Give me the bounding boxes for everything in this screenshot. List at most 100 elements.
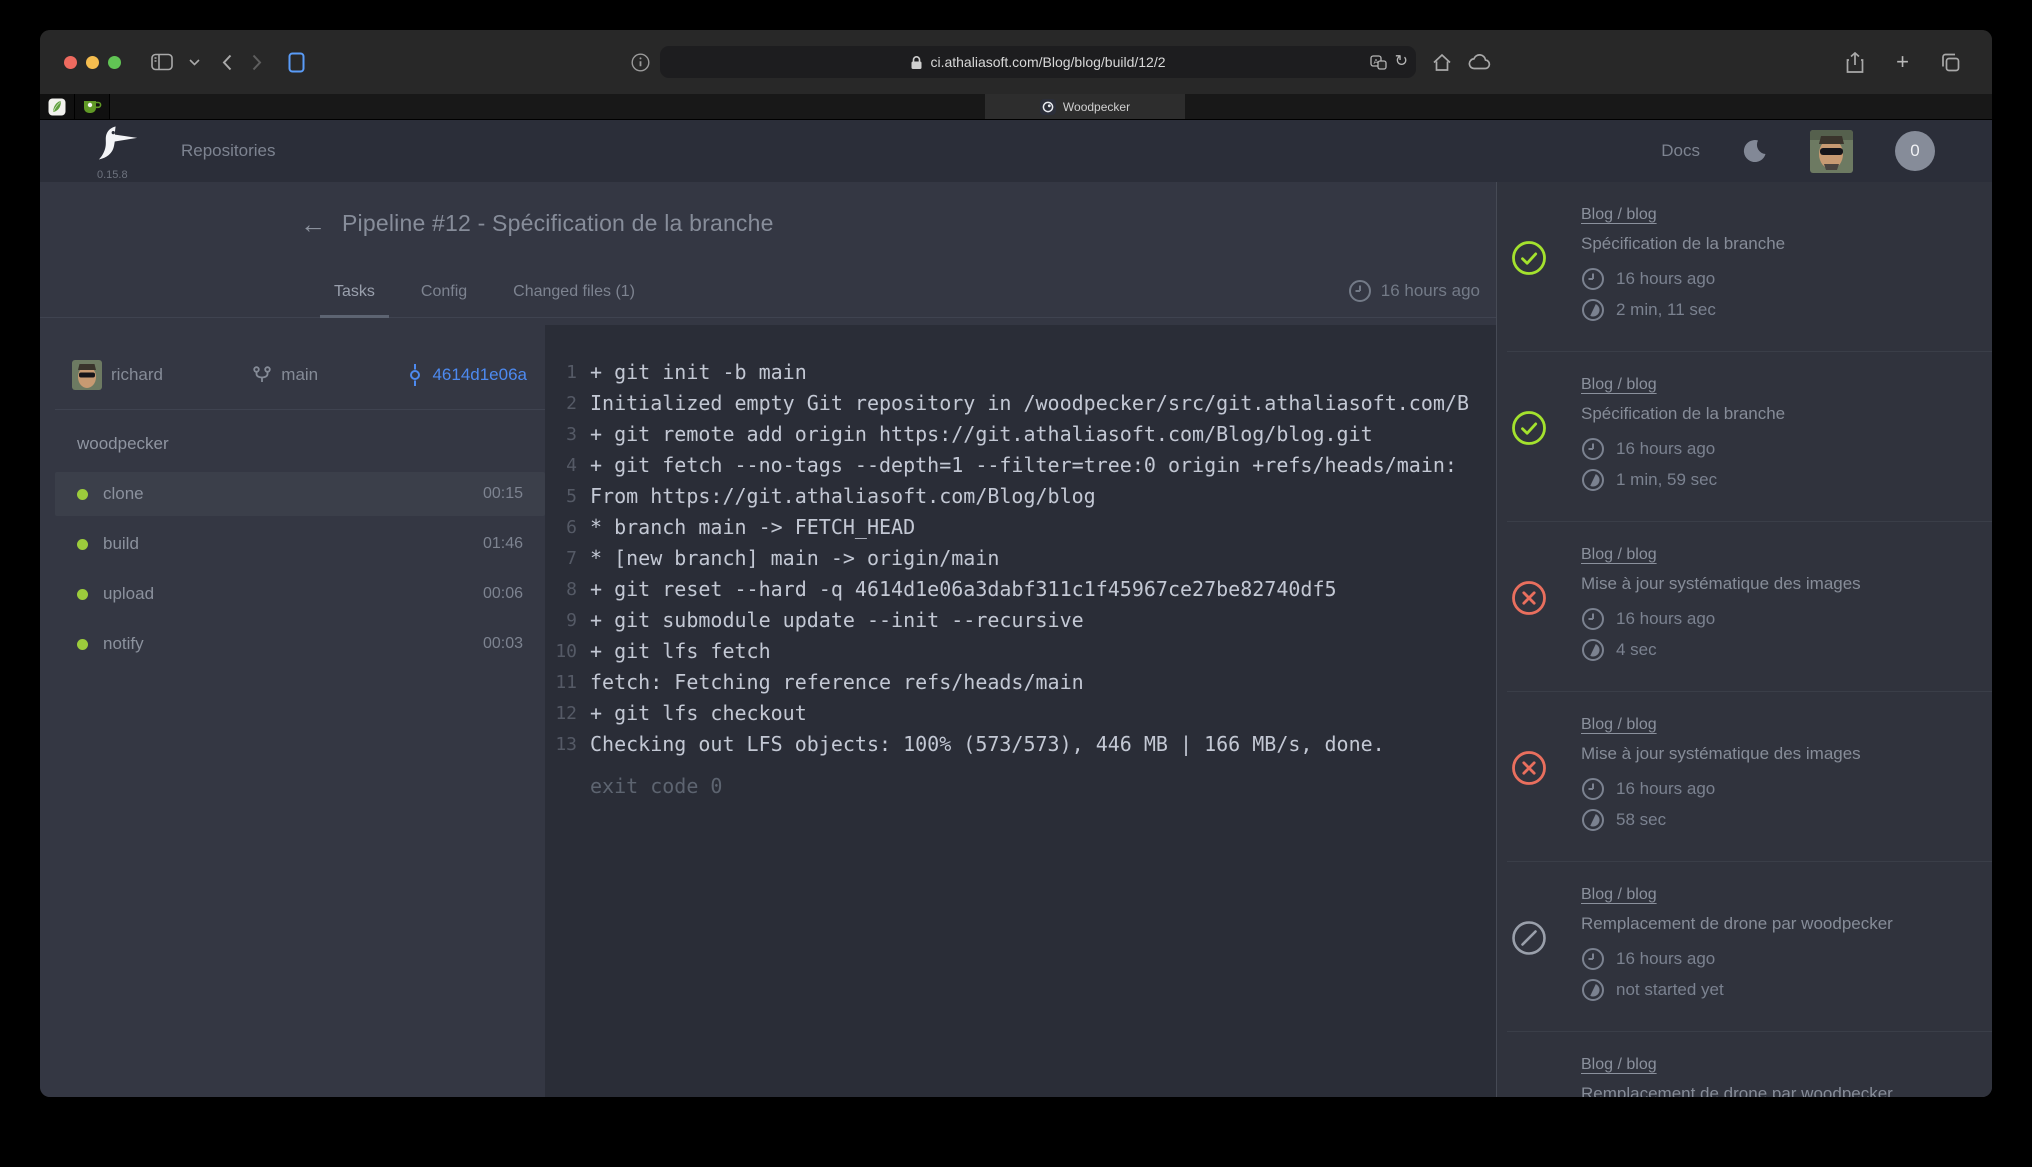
back-button[interactable] xyxy=(222,54,232,71)
author-avatar xyxy=(72,360,102,390)
leaf-icon xyxy=(48,98,66,116)
status-failure-icon xyxy=(1511,750,1547,786)
repo-link[interactable]: Blog / blog xyxy=(1581,376,1657,394)
step-status-dot xyxy=(77,639,88,650)
status-success-icon xyxy=(1511,240,1547,276)
console-line: 6* branch main -> FETCH_HEAD xyxy=(545,512,1496,543)
chevron-down-icon[interactable] xyxy=(189,59,200,66)
home-icon[interactable] xyxy=(1432,53,1452,72)
commit-icon xyxy=(407,364,423,386)
back-arrow-icon[interactable]: ← xyxy=(300,211,326,237)
pipeline-tabs: Tasks Config Changed files (1) 16 hours … xyxy=(40,254,1496,318)
step-upload[interactable]: upload 00:06 xyxy=(55,572,545,616)
sidebar-toggle-icon[interactable] xyxy=(151,53,173,71)
app-header: 0.15.8 Repositories Docs 0 xyxy=(40,120,1992,182)
duration-icon xyxy=(1581,978,1605,1002)
steps-group-label: woodpecker xyxy=(77,434,545,454)
lock-icon xyxy=(910,55,923,70)
repo-link[interactable]: Blog / blog xyxy=(1581,1056,1657,1074)
console-output[interactable]: 1+ git init -b main 2Initialized empty G… xyxy=(545,325,1496,1097)
console-line: 10+ git lfs fetch xyxy=(545,636,1496,667)
pipeline-history-sidebar: Blog / blog Spécification de la branche … xyxy=(1496,182,1992,1097)
history-entry[interactable]: Blog / blog Remplacement de drone par wo… xyxy=(1497,862,1992,1032)
browser-window: ci.athaliasoft.com/Blog/blog/build/12/2 … xyxy=(40,30,1992,1097)
clock-icon xyxy=(1581,947,1605,971)
teacup-icon xyxy=(82,99,102,114)
tab-overview-icon[interactable] xyxy=(1941,53,1960,72)
clock-icon xyxy=(1581,437,1605,461)
repo-link[interactable]: Blog / blog xyxy=(1581,716,1657,734)
pipeline-created-time: 16 hours ago xyxy=(1348,279,1480,303)
tab-changed-files[interactable]: Changed files (1) xyxy=(499,283,649,317)
reload-icon[interactable]: ↻ xyxy=(1395,54,1408,70)
repo-link[interactable]: Blog / blog xyxy=(1581,546,1657,564)
zoom-window-button[interactable] xyxy=(108,56,121,69)
history-entry[interactable]: Blog / blog Remplacement de drone par wo… xyxy=(1497,1032,1992,1097)
user-avatar[interactable] xyxy=(1810,130,1853,173)
clock-icon xyxy=(1348,279,1372,303)
exit-code: exit code 0 xyxy=(590,774,1496,798)
commit-message: Mise à jour systématique des images xyxy=(1581,574,1861,594)
page-info-icon[interactable] xyxy=(631,53,650,72)
tab-config[interactable]: Config xyxy=(407,283,481,317)
pipeline-author: richard xyxy=(72,360,163,390)
step-notify[interactable]: notify 00:03 xyxy=(55,622,545,666)
clock-icon xyxy=(1581,607,1605,631)
step-status-dot xyxy=(77,489,88,500)
divider xyxy=(55,409,545,410)
nav-repositories[interactable]: Repositories xyxy=(181,141,276,161)
share-icon[interactable] xyxy=(1846,52,1864,73)
step-status-dot xyxy=(77,539,88,550)
status-skipped-icon xyxy=(1511,920,1547,956)
repo-link[interactable]: Blog / blog xyxy=(1581,886,1657,904)
history-entry[interactable]: Blog / blog Mise à jour systématique des… xyxy=(1497,522,1992,692)
address-bar[interactable]: ci.athaliasoft.com/Blog/blog/build/12/2 … xyxy=(660,46,1416,78)
commit-message: Spécification de la branche xyxy=(1581,404,1785,424)
duration-icon xyxy=(1581,468,1605,492)
pinned-tab-gitea[interactable] xyxy=(75,94,110,119)
browser-tab-woodpecker[interactable]: Woodpecker xyxy=(985,94,1185,119)
repo-link[interactable]: Blog / blog xyxy=(1581,206,1657,224)
console-line: 2Initialized empty Git repository in /wo… xyxy=(545,388,1496,419)
history-entry[interactable]: Blog / blog Mise à jour systématique des… xyxy=(1497,692,1992,862)
step-build[interactable]: build 01:46 xyxy=(55,522,545,566)
console-line: 11fetch: Fetching reference refs/heads/m… xyxy=(545,667,1496,698)
clock-icon xyxy=(1581,777,1605,801)
translate-icon[interactable]: A xyxy=(1370,55,1387,70)
forward-button[interactable] xyxy=(252,54,262,71)
moon-icon[interactable] xyxy=(1742,138,1768,164)
pinned-tab-leaf[interactable] xyxy=(40,94,75,119)
step-clone[interactable]: clone 00:15 xyxy=(55,472,545,516)
window-controls xyxy=(64,56,121,69)
console-line: 7* [new branch] main -> origin/main xyxy=(545,543,1496,574)
console-line: 12+ git lfs checkout xyxy=(545,698,1496,729)
branch-icon xyxy=(252,365,272,385)
console-line: 9+ git submodule update --init --recursi… xyxy=(545,605,1496,636)
new-tab-button[interactable]: + xyxy=(1896,51,1909,73)
console-line: 4+ git fetch --no-tags --depth=1 --filte… xyxy=(545,450,1496,481)
browser-toolbar: ci.athaliasoft.com/Blog/blog/build/12/2 … xyxy=(40,30,1992,94)
woodpecker-favicon xyxy=(1040,99,1056,115)
commit-message: Mise à jour systématique des images xyxy=(1581,744,1861,764)
tab-strip: Woodpecker xyxy=(40,94,1992,120)
commit-link[interactable]: 4614d1e06a xyxy=(407,364,527,386)
duration-icon xyxy=(1581,638,1605,662)
history-entry[interactable]: Blog / blog Spécification de la branche … xyxy=(1497,182,1992,352)
queue-count-badge[interactable]: 0 xyxy=(1895,131,1935,171)
pipeline-main: ← Pipeline #12 - Spécification de la bra… xyxy=(40,182,1496,1097)
commit-message: Remplacement de drone par woodpecker xyxy=(1581,1084,1893,1097)
clock-icon xyxy=(1581,267,1605,291)
reader-page-icon[interactable] xyxy=(288,52,305,73)
duration-icon xyxy=(1581,298,1605,322)
step-status-dot xyxy=(77,589,88,600)
console-line: 3+ git remote add origin https://git.ath… xyxy=(545,419,1496,450)
steps-panel: richard main 4614d1e06a woodpecker clo xyxy=(55,345,545,672)
commit-message: Spécification de la branche xyxy=(1581,234,1785,254)
minimize-window-button[interactable] xyxy=(86,56,99,69)
woodpecker-logo[interactable]: 0.15.8 xyxy=(97,125,141,181)
close-window-button[interactable] xyxy=(64,56,77,69)
tab-tasks[interactable]: Tasks xyxy=(320,283,389,317)
cloud-tabs-icon[interactable] xyxy=(1468,54,1491,70)
history-entry[interactable]: Blog / blog Spécification de la branche … xyxy=(1497,352,1992,522)
docs-link[interactable]: Docs xyxy=(1661,141,1700,161)
